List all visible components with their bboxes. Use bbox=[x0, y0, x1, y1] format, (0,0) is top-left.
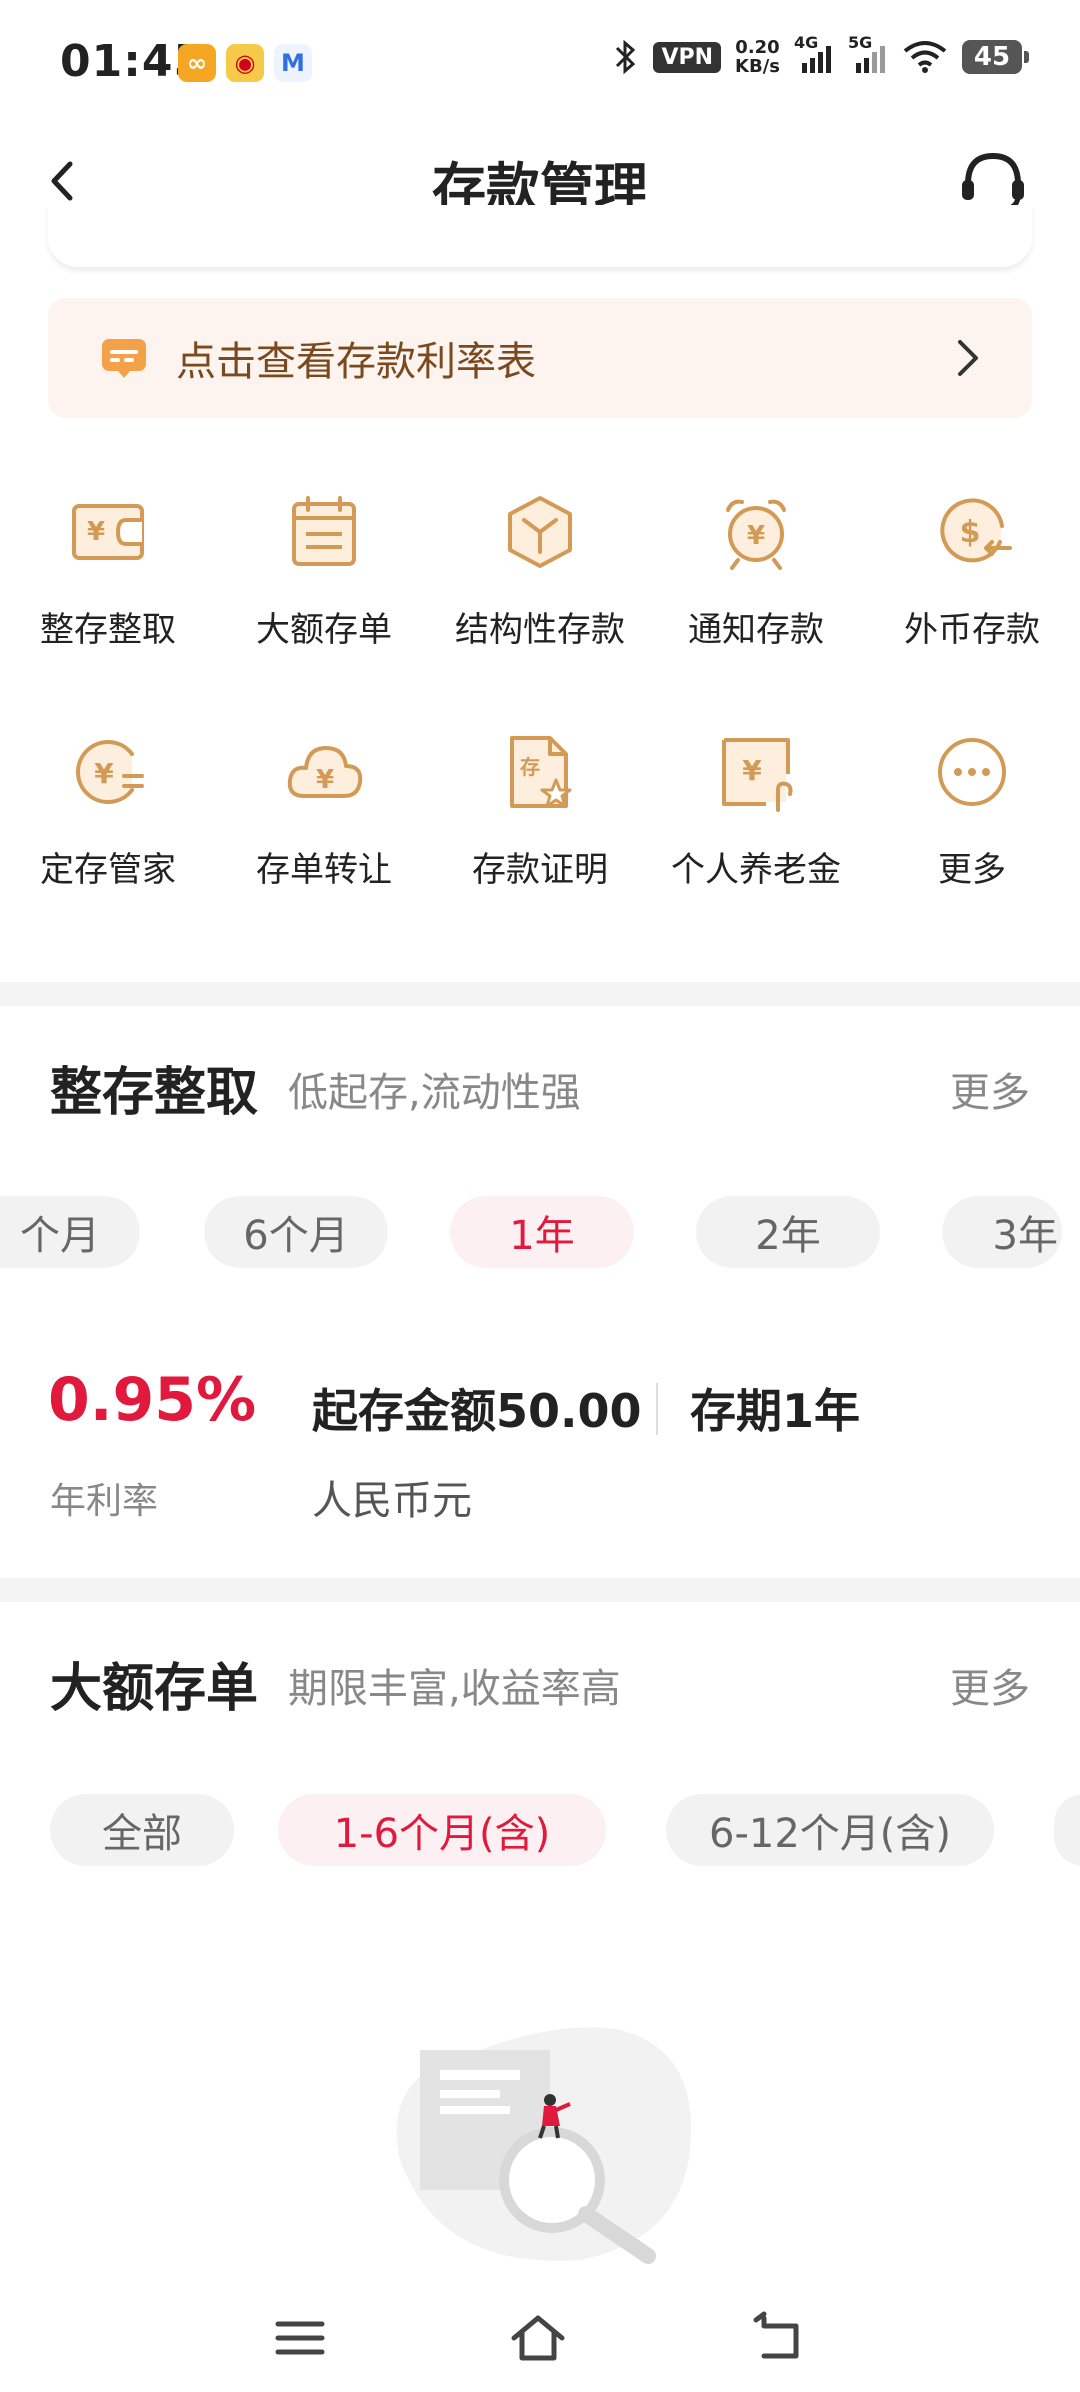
back-nav-icon[interactable] bbox=[752, 2310, 808, 2366]
filter-chip-active[interactable]: 1-6个月(含) bbox=[278, 1794, 606, 1866]
filter-chip[interactable]: 6-12个月(含) bbox=[666, 1794, 994, 1866]
status-app-icons: ∞ ◉ M bbox=[178, 44, 312, 82]
vpn-badge: VPN bbox=[653, 41, 722, 73]
more-link-fixed[interactable]: 更多 bbox=[950, 1060, 1030, 1118]
section-divider bbox=[0, 982, 1080, 1006]
min-amount: 起存金额50.00 bbox=[312, 1384, 642, 1438]
section-title-cd: 大额存单 bbox=[50, 1659, 259, 1719]
calendar-doc-icon bbox=[292, 496, 356, 566]
empty-state-illustration bbox=[396, 2027, 692, 2264]
banner-text: 点击查看存款利率表 bbox=[176, 339, 536, 385]
svg-text:¥: ¥ bbox=[87, 517, 105, 547]
grid-item-lump-sum[interactable]: ¥ 整存整取 bbox=[0, 490, 216, 651]
filter-chip[interactable]: 全部 bbox=[50, 1794, 234, 1866]
signal-4g-icon: 4G bbox=[794, 33, 834, 75]
certificate-icon: 存 bbox=[510, 736, 572, 808]
signal-5g-icon: 5G bbox=[848, 33, 888, 75]
pension-yen-icon: ¥ bbox=[722, 738, 793, 812]
svg-text:存: 存 bbox=[520, 755, 540, 779]
status-bar: 01:45 ∞ ◉ M VPN 0.20 KB/s 4G 5G 45 bbox=[0, 0, 1080, 130]
svg-text:¥: ¥ bbox=[742, 754, 762, 787]
dollar-exchange-icon: $ bbox=[940, 498, 1012, 563]
rate-table-banner[interactable]: 点击查看存款利率表 bbox=[48, 298, 1032, 418]
status-indicators: VPN 0.20 KB/s 4G 5G 45 bbox=[611, 33, 1029, 77]
term-chip[interactable]: 2年 bbox=[696, 1196, 880, 1268]
section-title-fixed: 整存整取 bbox=[50, 1063, 259, 1123]
filter-chip-partial[interactable] bbox=[1054, 1794, 1080, 1866]
message-card-icon bbox=[102, 339, 146, 378]
home-icon[interactable] bbox=[510, 2310, 566, 2366]
svg-text:¥: ¥ bbox=[747, 521, 765, 551]
grid-item-fixed-manager[interactable]: ¥ 定存管家 bbox=[0, 730, 216, 891]
more-dots-icon bbox=[938, 738, 1006, 806]
system-navigation-bar bbox=[0, 2280, 1080, 2392]
alarm-clock-yen-icon: ¥ bbox=[726, 499, 786, 570]
term-chip[interactable]: 个月 bbox=[0, 1196, 140, 1268]
weibo-icon: ◉ bbox=[226, 44, 264, 82]
cloud-yen-icon: ¥ bbox=[287, 746, 363, 798]
menu-icon[interactable] bbox=[272, 2310, 328, 2366]
svg-text:$: $ bbox=[960, 515, 981, 550]
chevron-right-icon bbox=[958, 340, 978, 376]
section-subtitle-cd: 期限丰富,收益率高 bbox=[288, 1666, 621, 1712]
annual-rate-label: 年利率 bbox=[50, 1481, 159, 1522]
annual-rate-value: 0.95% bbox=[48, 1365, 257, 1435]
battery-icon: 45 bbox=[962, 40, 1029, 74]
grid-item-more[interactable]: 更多 bbox=[864, 730, 1080, 891]
term-chip[interactable]: 3年 bbox=[942, 1196, 1062, 1268]
term-period: 存期1年 bbox=[690, 1384, 861, 1438]
net-speed: 0.20 KB/s bbox=[735, 37, 780, 77]
cube-icon bbox=[508, 496, 572, 568]
vertical-separator bbox=[656, 1383, 658, 1435]
yen-manager-icon: ¥ bbox=[76, 740, 144, 804]
term-chip-active[interactable]: 1年 bbox=[450, 1196, 634, 1268]
wifi-icon bbox=[903, 41, 947, 73]
bluetooth-icon bbox=[616, 39, 636, 75]
summary-card-edge bbox=[48, 205, 1032, 267]
grid-item-certificate[interactable]: 存 存款证明 bbox=[432, 730, 648, 891]
grid-item-pension[interactable]: ¥ 个人养老金 bbox=[648, 730, 864, 891]
section-subtitle-fixed: 低起存,流动性强 bbox=[288, 1070, 581, 1116]
mail-icon: M bbox=[274, 44, 312, 82]
term-chip[interactable]: 6个月 bbox=[204, 1196, 388, 1268]
section-divider bbox=[0, 1578, 1080, 1602]
grid-item-foreign[interactable]: $ 外币存款 bbox=[864, 490, 1080, 651]
grid-item-structured[interactable]: 结构性存款 bbox=[432, 490, 648, 651]
app-notification-icon: ∞ bbox=[178, 44, 216, 82]
wallet-yen-icon: ¥ bbox=[72, 504, 144, 560]
grid-item-notice[interactable]: ¥ 通知存款 bbox=[648, 490, 864, 651]
more-link-cd[interactable]: 更多 bbox=[950, 1656, 1030, 1714]
grid-item-cd-transfer[interactable]: ¥ 存单转让 bbox=[216, 730, 432, 891]
svg-text:¥: ¥ bbox=[94, 757, 114, 790]
currency-label: 人民币元 bbox=[312, 1478, 472, 1524]
grid-item-large-cd[interactable]: 大额存单 bbox=[216, 490, 432, 651]
svg-text:¥: ¥ bbox=[316, 765, 334, 795]
